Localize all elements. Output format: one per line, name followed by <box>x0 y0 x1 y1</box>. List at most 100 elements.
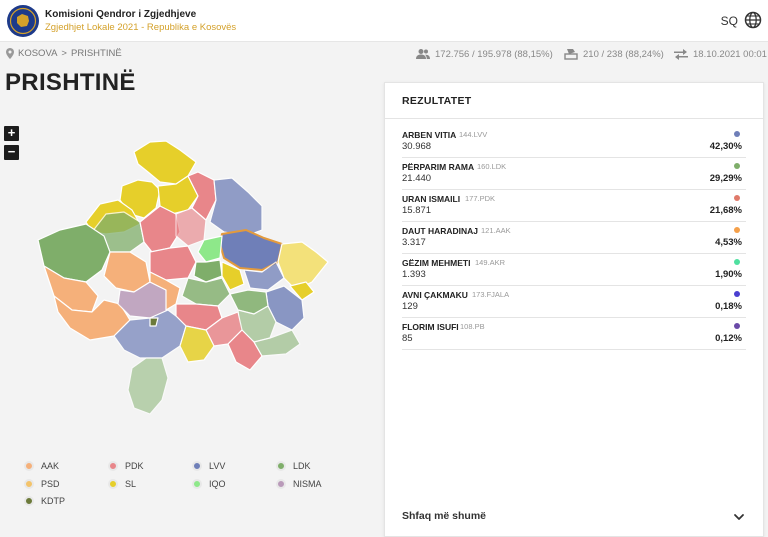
candidate-percent: 29,29% <box>709 173 742 184</box>
legend-dot <box>108 461 118 471</box>
show-more-label: Shfaq më shumë <box>402 510 487 522</box>
legend-item-iqo: IQO <box>192 479 226 489</box>
legend-dot <box>24 461 34 471</box>
legend-item-kdtp: KDTP <box>24 496 65 506</box>
candidate-percent: 0,12% <box>715 333 742 344</box>
language-selector[interactable]: SQ <box>721 14 738 28</box>
candidate-color-dot <box>734 131 740 137</box>
breadcrumb: KOSOVA > PRISHTINË <box>6 48 122 59</box>
candidate-votes: 30.968 <box>402 141 432 152</box>
results-panel: REZULTATET ARBEN VITIA 144.LVV 30.968 42… <box>384 82 764 537</box>
candidate-percent: 4,53% <box>715 237 742 248</box>
candidate-votes: 85 <box>402 333 413 344</box>
legend-dot <box>276 479 286 489</box>
legend-label: LVV <box>209 461 226 471</box>
people-icon <box>416 49 430 59</box>
zoom-out-button[interactable]: − <box>4 145 19 160</box>
org-name: Komisioni Qendror i Zgjedhjeve <box>45 9 197 20</box>
candidate-name: PËRPARIM RAMA <box>402 162 475 172</box>
candidate-name: GËZIM MEHMETI <box>402 258 471 268</box>
candidate-color-dot <box>734 227 740 233</box>
app-header: Komisioni Qendror i Zgjedhjeve Zgjedhjet… <box>0 0 768 42</box>
breadcrumb-separator: > <box>61 48 67 59</box>
results-title: REZULTATET <box>402 95 472 107</box>
legend-dot <box>192 479 202 489</box>
legend-item-aak: AAK <box>24 461 59 471</box>
candidate-votes: 15.871 <box>402 205 432 216</box>
voters-value: 172.756 / 195.978 (88,15%) <box>435 48 553 60</box>
candidate-percent: 0,18% <box>715 301 742 312</box>
sync-arrows-icon <box>674 49 688 60</box>
candidate-party: 177.PDK <box>465 194 496 203</box>
legend-label: AAK <box>41 461 60 471</box>
legend-dot <box>108 479 118 489</box>
candidate-votes: 3.317 <box>402 237 426 248</box>
legend-item-ldk: LDK <box>276 461 311 471</box>
candidate-percent: 1,90% <box>715 269 742 280</box>
candidate-row[interactable]: GËZIM MEHMETI 149.AKR 1.393 1,90% <box>402 258 746 286</box>
candidate-row[interactable]: DAUT HARADINAJ 121.AAK 3.317 4,53% <box>402 226 746 254</box>
candidate-percent: 42,30% <box>709 141 742 152</box>
candidate-party: 160.LDK <box>477 162 507 171</box>
region-mamusha <box>149 317 159 327</box>
candidate-party: 149.AKR <box>475 258 506 267</box>
candidate-name: AVNI ÇAKMAKU <box>402 290 468 300</box>
ballot-box-icon <box>564 49 578 60</box>
legend-dot <box>276 461 286 471</box>
legend-label: SL <box>125 479 137 489</box>
candidate-color-dot <box>734 291 740 297</box>
legend-label: PSD <box>41 479 60 489</box>
legend-item-sl: SL <box>108 479 136 489</box>
location-pin-icon <box>6 48 14 59</box>
candidate-percent: 21,68% <box>709 205 742 216</box>
region-lipjan <box>181 277 231 307</box>
show-more-button[interactable]: Shfaq më shumë <box>385 499 763 537</box>
region-dragash <box>127 357 169 415</box>
candidate-row[interactable]: FLORIM ISUFI 108.PB 85 0,12% <box>402 322 746 350</box>
legend-label: KDTP <box>41 496 66 506</box>
voter-turnout-stat: 172.756 / 195.978 (88,15%) <box>416 48 553 60</box>
legend-item-lvv: LVV <box>192 461 225 471</box>
candidate-votes: 129 <box>402 301 418 312</box>
page-title: PRISHTINË <box>5 69 136 96</box>
candidate-party: 144.LVV <box>459 130 488 139</box>
kosovo-municipality-map[interactable] <box>30 138 340 420</box>
candidate-name: ARBEN VITIA <box>402 130 457 140</box>
globe-icon[interactable] <box>744 11 762 29</box>
candidate-color-dot <box>734 259 740 265</box>
candidate-color-dot <box>734 195 740 201</box>
candidate-row[interactable]: URAN ISMAILI 177.PDK 15.871 21,68% <box>402 194 746 222</box>
candidate-name: DAUT HARADINAJ <box>402 226 479 236</box>
candidate-party: 121.AAK <box>481 226 511 235</box>
legend-label: IQO <box>209 479 226 489</box>
zoom-in-button[interactable]: + <box>4 126 19 141</box>
legend-dot <box>24 479 34 489</box>
updated-value: 18.10.2021 00:01 <box>693 48 767 60</box>
polling-stations-stat: 210 / 238 (88,24%) <box>564 48 664 60</box>
election-subtitle: Zgjedhjet Lokale 2021 - Republika e Koso… <box>45 22 237 33</box>
region-podujeva <box>209 177 263 237</box>
candidate-party: 108.PB <box>460 322 485 331</box>
legend-label: PDK <box>125 461 144 471</box>
kqz-logo-icon[interactable] <box>6 4 40 38</box>
legend-dot <box>192 461 202 471</box>
chevron-down-icon <box>734 514 744 520</box>
party-legend: AAK PDK LVV LDK PSD SL IQO NISMA KDTP <box>24 461 344 511</box>
legend-label: LDK <box>293 461 311 471</box>
legend-item-psd: PSD <box>24 479 60 489</box>
breadcrumb-prishtine: PRISHTINË <box>70 48 122 59</box>
candidate-party: 173.FJALA <box>472 290 510 299</box>
candidate-name: FLORIM ISUFI <box>402 322 459 332</box>
legend-label: NISMA <box>293 479 322 489</box>
candidate-name: URAN ISMAILI <box>402 194 461 204</box>
candidate-votes: 21.440 <box>402 173 432 184</box>
last-update-stat: 18.10.2021 00:01 <box>674 48 767 60</box>
candidate-color-dot <box>734 323 740 329</box>
legend-dot <box>24 496 34 506</box>
results-header: REZULTATET <box>385 83 763 119</box>
candidate-row[interactable]: PËRPARIM RAMA 160.LDK 21.440 29,29% <box>402 162 746 190</box>
candidate-row[interactable]: ARBEN VITIA 144.LVV 30.968 42,30% <box>402 130 746 158</box>
stations-value: 210 / 238 (88,24%) <box>583 48 664 60</box>
candidate-row[interactable]: AVNI ÇAKMAKU 173.FJALA 129 0,18% <box>402 290 746 318</box>
breadcrumb-kosova[interactable]: KOSOVA <box>18 48 57 59</box>
